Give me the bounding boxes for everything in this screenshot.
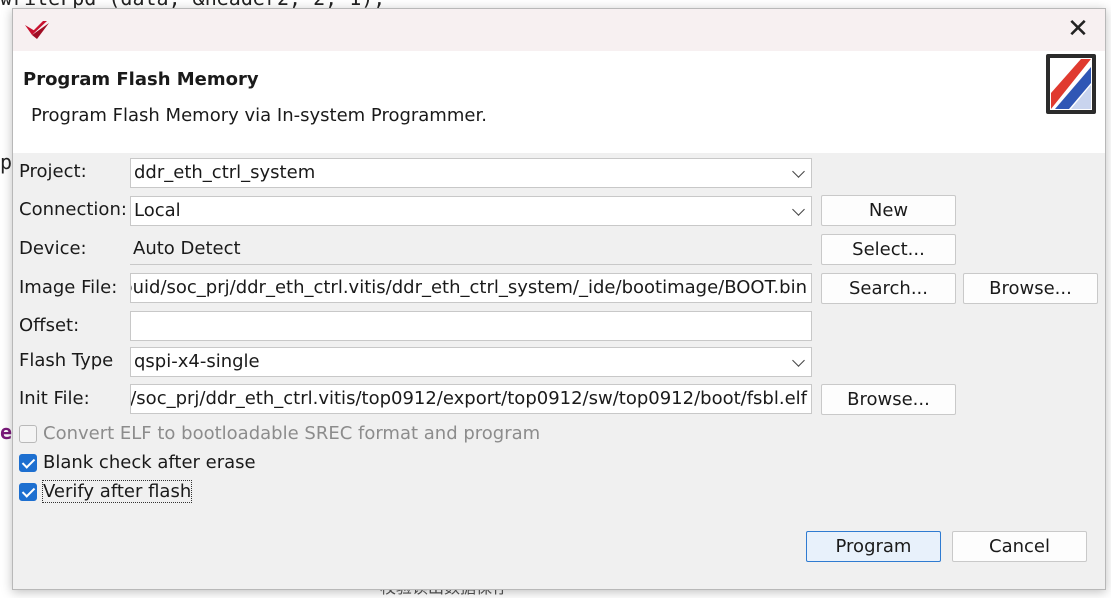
convert-elf-label: Convert ELF to bootloadable SREC format … (43, 423, 541, 444)
verify-label: Verify after flash (41, 480, 193, 503)
page-title: Program Flash Memory (23, 69, 259, 90)
browse-image-button[interactable]: Browse... (963, 273, 1098, 304)
page-description: Program Flash Memory via In-system Progr… (31, 105, 487, 126)
chevron-down-icon (792, 354, 805, 367)
project-label: Project: (19, 161, 87, 182)
select-device-button[interactable]: Select... (821, 234, 956, 265)
blank-check-checkbox[interactable] (19, 454, 37, 472)
new-connection-button[interactable]: New (821, 195, 956, 226)
project-dropdown[interactable]: ddr_eth_ctrl_system (130, 158, 812, 188)
program-flash-dialog: ✕ Program Flash Memory Program Flash Mem… (12, 8, 1106, 590)
dialog-header: Program Flash Memory Program Flash Memor… (13, 51, 1105, 153)
connection-dropdown[interactable]: Local (130, 196, 812, 226)
chevron-down-icon (792, 203, 805, 216)
image-file-input[interactable]: ebuid/soc_prj/ddr_eth_ctrl.vitis/ddr_eth… (130, 273, 812, 303)
flash-type-dropdown[interactable]: qspi-x4-single (130, 347, 812, 377)
vitis-logo-icon (25, 21, 49, 39)
device-label: Device: (19, 238, 87, 259)
offset-label: Offset: (19, 315, 80, 336)
blank-check-label: Blank check after erase (43, 452, 256, 473)
cancel-button[interactable]: Cancel (952, 531, 1087, 562)
device-value: Auto Detect (133, 238, 241, 259)
init-file-value: d/soc_prj/ddr_eth_ctrl.vitis/top0912/exp… (130, 388, 807, 409)
convert-elf-checkbox[interactable] (19, 425, 37, 443)
background-fragment: p (0, 150, 13, 174)
background-fragment: e (0, 420, 13, 444)
project-value: ddr_eth_ctrl_system (134, 162, 316, 183)
verify-checkbox[interactable] (19, 483, 37, 501)
init-file-label: Init File: (19, 388, 90, 409)
search-image-button[interactable]: Search... (821, 273, 956, 304)
init-file-input[interactable]: d/soc_prj/ddr_eth_ctrl.vitis/top0912/exp… (130, 384, 812, 414)
close-button[interactable]: ✕ (1063, 15, 1093, 45)
program-button[interactable]: Program (806, 531, 941, 562)
flash-type-value: qspi-x4-single (134, 351, 260, 372)
flash-type-label: Flash Type (19, 350, 114, 371)
dialog-titlebar[interactable]: ✕ (13, 9, 1105, 51)
device-field: Auto Detect (130, 235, 812, 265)
image-file-value: ebuid/soc_prj/ddr_eth_ctrl.vitis/ddr_eth… (130, 277, 807, 298)
connection-value: Local (134, 200, 181, 221)
offset-input[interactable] (130, 311, 812, 341)
image-file-label: Image File: (19, 277, 118, 298)
flash-memory-icon (1046, 54, 1096, 114)
browse-init-button[interactable]: Browse... (821, 384, 956, 415)
chevron-down-icon (792, 165, 805, 178)
connection-label: Connection: (19, 199, 127, 220)
